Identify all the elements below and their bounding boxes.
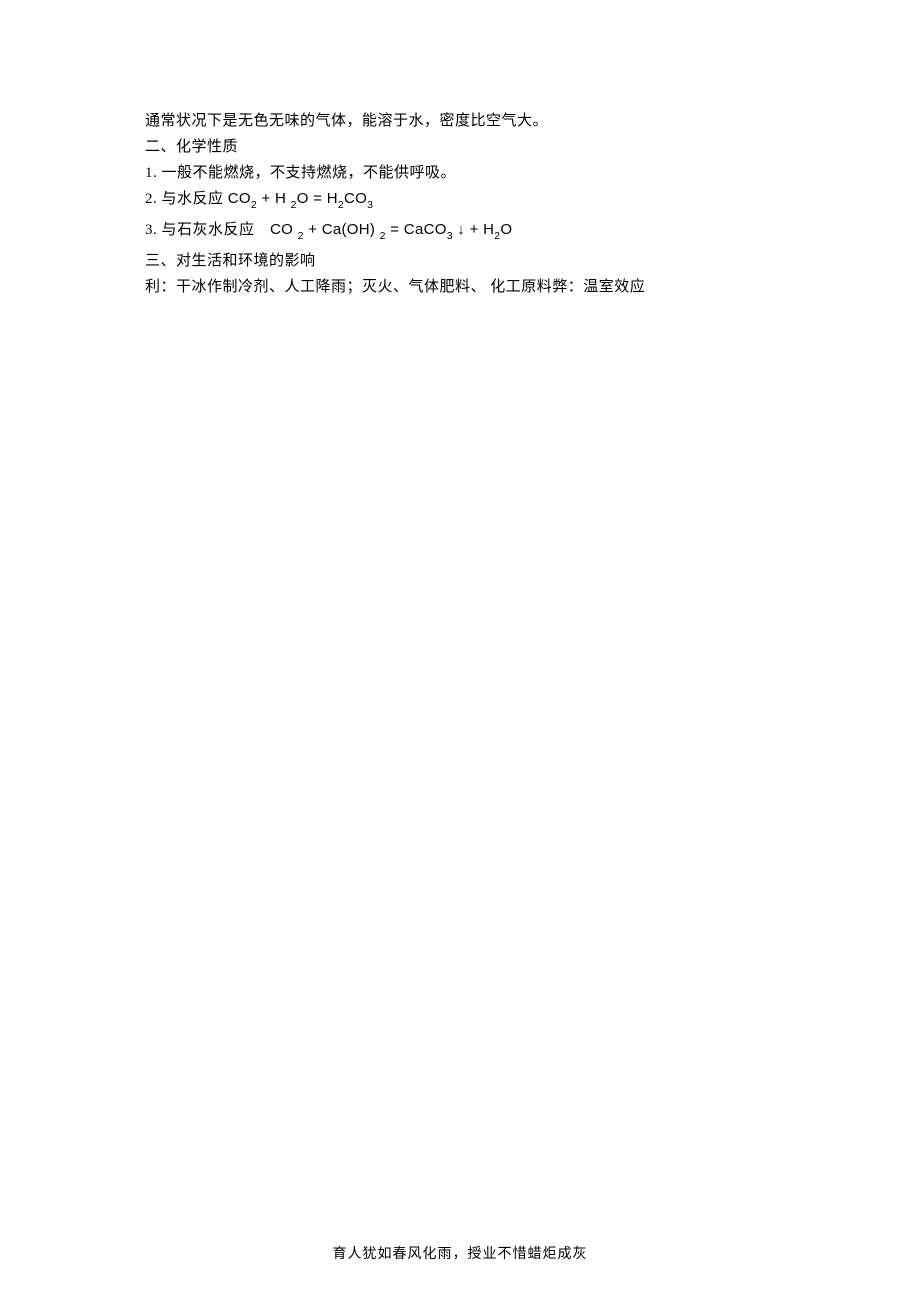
f4-p1: CO — [228, 190, 251, 207]
text-line-4: 2. 与水反应 CO2 + H 2O = H2CO3 — [145, 186, 775, 217]
f5-s3: 3 — [447, 230, 453, 242]
f5-s2: 2 — [380, 230, 386, 242]
text-line-1: 通常状况下是无色无味的气体，能溶于水，密度比空气大。 — [145, 108, 775, 134]
line5-formula: CO 2 + Ca(OH) 2 = CaCO3 ↓ + H2O — [270, 221, 512, 238]
f5-p3: = CaCO — [386, 221, 447, 238]
f5-s1: 2 — [298, 230, 304, 242]
f5-p5: O — [500, 221, 512, 238]
f5-s4: 2 — [494, 230, 500, 242]
f5-p2: + Ca(OH) — [304, 221, 380, 238]
f4-p4: CO — [344, 190, 367, 207]
f4-s4: 3 — [367, 199, 373, 211]
line4-formula: CO2 + H 2O = H2CO3 — [228, 190, 374, 207]
f4-s2: 2 — [291, 199, 297, 211]
text-line-5: 3. 与石灰水反应 CO 2 + Ca(OH) 2 = CaCO3 ↓ + H2… — [145, 217, 775, 248]
f4-s3: 2 — [338, 199, 344, 211]
document-content: 通常状况下是无色无味的气体，能溶于水，密度比空气大。 二、化学性质 1. 一般不… — [145, 108, 775, 300]
text-line-7: 利：干冰作制冷剂、人工降雨；灭火、气体肥料、 化工原料弊：温室效应 — [145, 274, 775, 300]
text-line-6: 三、对生活和环境的影响 — [145, 248, 775, 274]
f5-p4: ↓ + H — [453, 221, 494, 238]
text-line-2: 二、化学性质 — [145, 134, 775, 160]
f4-p3: O = H — [297, 190, 338, 207]
line4-prefix: 2. 与水反应 — [145, 191, 228, 207]
f5-p1: CO — [270, 221, 298, 238]
page-footer: 育人犹如春风化雨，授业不惜蜡炬成灰 — [0, 1243, 920, 1263]
line5-prefix: 3. 与石灰水反应 — [145, 222, 270, 238]
text-line-3: 1. 一般不能燃烧，不支持燃烧，不能供呼吸。 — [145, 160, 775, 186]
f4-p2: + H — [257, 190, 291, 207]
f4-s1: 2 — [251, 199, 257, 211]
